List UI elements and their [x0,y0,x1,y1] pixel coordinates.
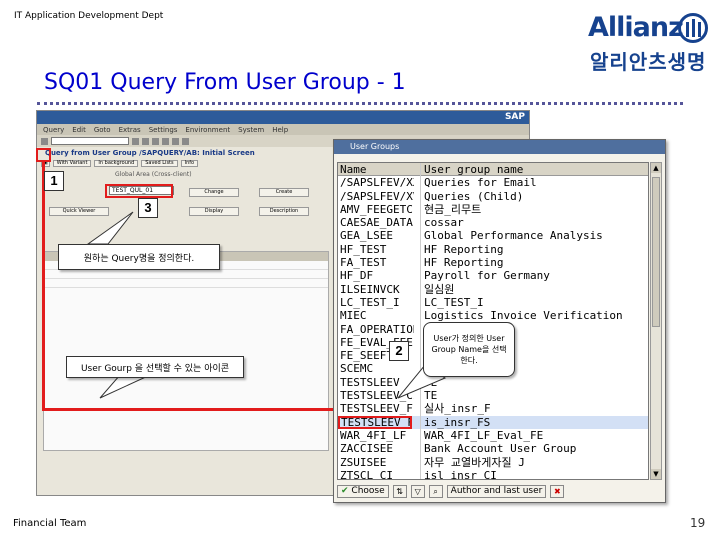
page-number: 19 [690,516,706,530]
step-marker-3: 3 [138,198,158,218]
step-marker-2: 2 [389,341,409,361]
callout-user-group-icon: User Gourp 을 선택할 수 있는 아이콘 [66,356,244,378]
callout-tail [99,374,151,399]
footer-team: Financial Team [13,518,87,529]
callout-query-name: 원하는 Query명을 정의한다. [58,244,220,270]
callout-tail [86,211,134,245]
callout-select-group: User가 정의한 User Group Name을 선택한다. [423,322,515,377]
step-marker-1: 1 [44,171,64,191]
callout-tails [86,211,447,399]
